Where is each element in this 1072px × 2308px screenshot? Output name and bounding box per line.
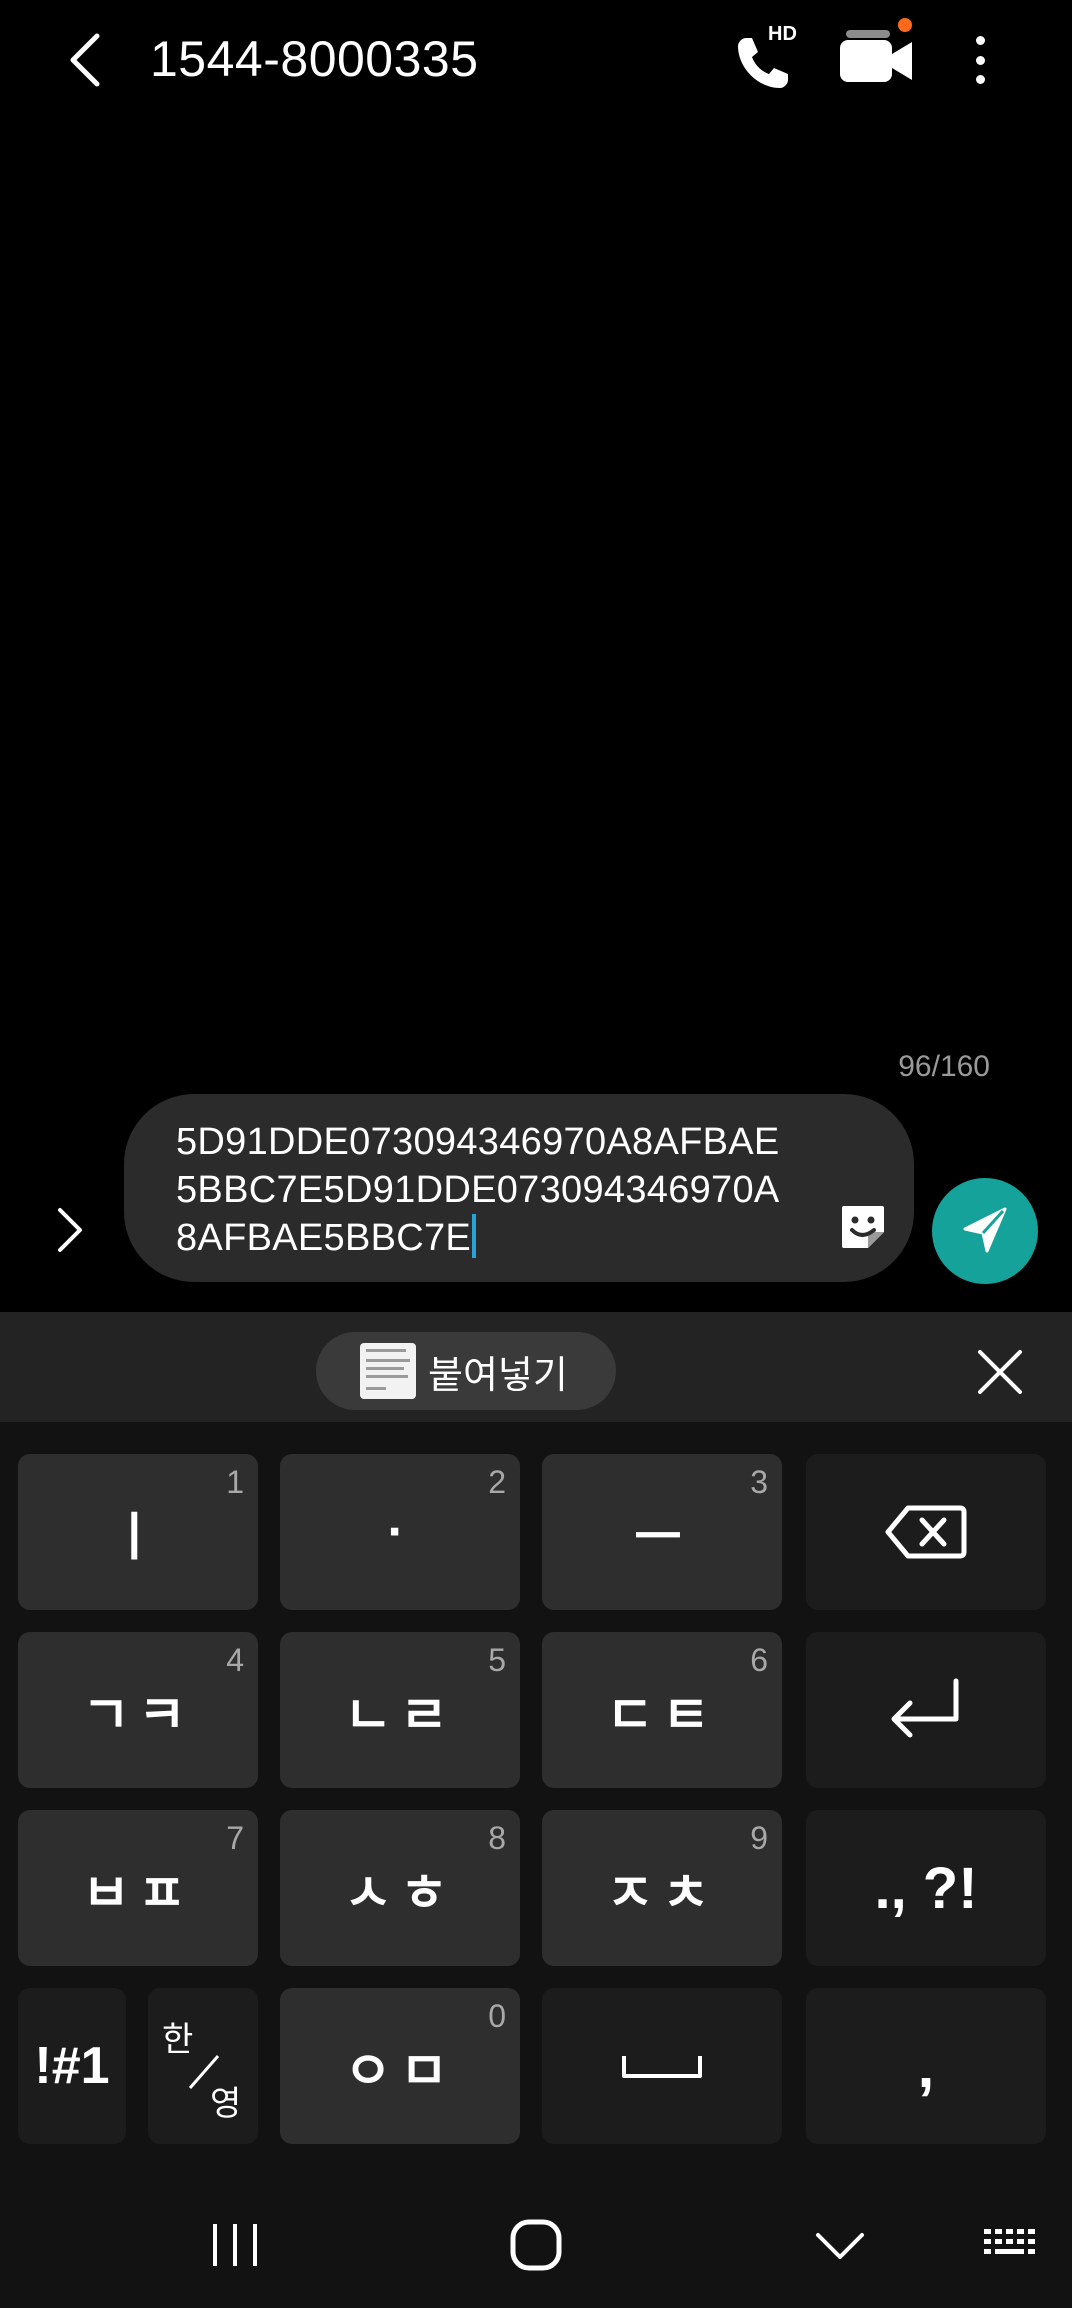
more-options-button[interactable] xyxy=(960,28,1000,92)
keyboard-toolbar: 붙여넣기 xyxy=(0,1312,1072,1422)
keyboard: 붙여넣기 1 ㅣ 2 · 3 ㅡ 4 ㄱㅋ 5 ㄴㄹ 6 ㄷㅌ 7 ㅂㅍ 8 ㅅ… xyxy=(0,1312,1072,2308)
hd-voice-call-button[interactable]: HD xyxy=(724,20,804,100)
key-6[interactable]: 6 ㄷㅌ xyxy=(542,1632,782,1788)
video-notification-dot xyxy=(898,18,912,32)
phone-hd-icon: HD xyxy=(738,23,797,88)
text-cursor xyxy=(472,1214,477,1258)
hd-badge: HD xyxy=(768,23,797,45)
key-4[interactable]: 4 ㄱㅋ xyxy=(18,1632,258,1788)
close-icon xyxy=(978,1350,1022,1394)
recents-icon xyxy=(213,2224,257,2266)
clipboard-thumbnail xyxy=(360,1343,416,1399)
key-9[interactable]: 9 ㅈㅊ xyxy=(542,1810,782,1966)
sticker-icon xyxy=(842,1206,884,1248)
backspace-key[interactable] xyxy=(806,1454,1046,1610)
keyboard-switch-button[interactable] xyxy=(980,2200,1044,2290)
close-toolbar-button[interactable] xyxy=(972,1344,1028,1400)
message-input-field[interactable]: 5D91DDE073094346970A8AFBAE5BBC7E5D91DDE0… xyxy=(124,1094,914,1282)
more-dot xyxy=(975,55,985,65)
key-0[interactable]: 0 ㅇㅁ xyxy=(280,1988,520,2144)
key-7[interactable]: 7 ㅂㅍ xyxy=(18,1810,258,1966)
symbols-key[interactable]: !#1 xyxy=(18,1988,126,2144)
expand-attachments-button[interactable] xyxy=(48,1200,92,1260)
home-icon xyxy=(510,2219,562,2271)
key-1[interactable]: 1 ㅣ xyxy=(18,1454,258,1610)
conversation-header: 1544-8000335 HD xyxy=(0,0,1072,120)
recent-apps-button[interactable] xyxy=(200,2200,270,2290)
backspace-icon xyxy=(885,1505,967,1559)
more-dot xyxy=(975,36,985,45)
chevron-down-icon xyxy=(816,2233,864,2259)
key-8[interactable]: 8 ㅅㅎ xyxy=(280,1810,520,1966)
key-5[interactable]: 5 ㄴㄹ xyxy=(280,1632,520,1788)
space-key[interactable] xyxy=(542,1988,782,2144)
key-3[interactable]: 3 ㅡ xyxy=(542,1454,782,1610)
sticker-button[interactable] xyxy=(836,1200,890,1254)
punctuation-key[interactable]: ., ?! xyxy=(806,1810,1046,1966)
paste-clipboard-button[interactable]: 붙여넣기 xyxy=(316,1332,616,1410)
send-icon xyxy=(963,1207,1007,1253)
space-icon xyxy=(622,2056,702,2078)
hide-keyboard-button[interactable] xyxy=(810,2200,870,2290)
chevron-right-icon xyxy=(58,1208,82,1252)
comma-key[interactable]: , xyxy=(806,1988,1046,2144)
keyboard-icon xyxy=(984,2229,1035,2254)
system-navigation-bar xyxy=(0,2180,1072,2308)
more-dot xyxy=(975,75,985,84)
back-button[interactable] xyxy=(50,24,120,96)
paste-label: 붙여넣기 xyxy=(428,1354,568,1397)
language-switch-key[interactable]: 한 영 xyxy=(148,1988,258,2144)
chevron-left-icon xyxy=(70,33,100,87)
contact-number-title[interactable]: 1544-8000335 xyxy=(150,30,479,88)
character-count: 96/160 xyxy=(898,1050,990,1083)
lang-english: 영 xyxy=(210,2085,242,2123)
home-button[interactable] xyxy=(500,2200,572,2290)
message-text[interactable]: 5D91DDE073094346970A8AFBAE5BBC7E5D91DDE0… xyxy=(176,1118,796,1262)
enter-key[interactable] xyxy=(806,1632,1046,1788)
enter-icon xyxy=(891,1678,959,1738)
key-2[interactable]: 2 · xyxy=(280,1454,520,1610)
send-button[interactable] xyxy=(932,1178,1038,1284)
